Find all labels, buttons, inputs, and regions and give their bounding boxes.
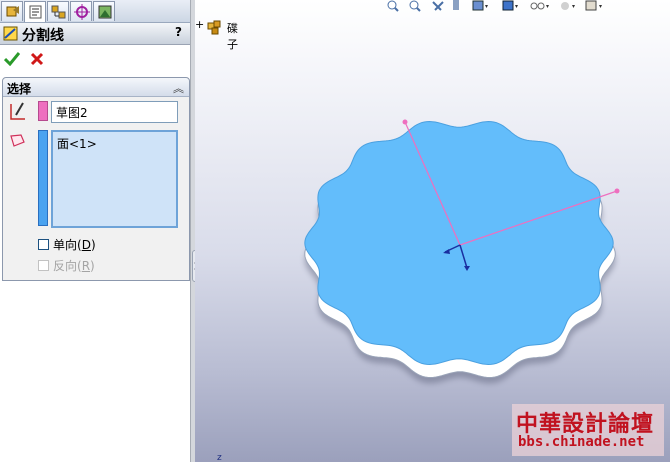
faces-selection-list[interactable]: 面<1> [51,130,178,228]
help-button[interactable]: ? [171,25,186,40]
model-view: z [217,119,620,462]
sketch-selection-field[interactable]: 草图2 [51,101,178,123]
split-line-icon [3,26,18,41]
configuration-manager-icon [51,5,66,19]
manager-tab-bar [0,0,192,23]
cancel-button[interactable] [30,52,44,66]
ok-button[interactable] [4,52,20,66]
single-direction-checkbox[interactable] [38,239,49,250]
collapse-chevron-icon[interactable]: ︽ [173,80,184,96]
tab-configuration-manager[interactable] [47,1,69,21]
selections-group: 选择 ︽ 草图2 面<1> 单向(D) 反向(R) [2,77,190,281]
sketch-endpoint [402,119,408,125]
watermark-url: bbs.chinade.net [518,434,645,450]
section-title: 选择 [7,82,32,96]
ok-cancel-bar [0,45,190,73]
tab-feature-manager[interactable] [1,1,23,21]
property-manager-pane: 分割线 ? 选择 ︽ 草图2 面<1> 单向(D) 反向(R) [0,0,192,462]
sketch-endpoint [614,188,620,194]
feature-title-bar: 分割线 ? [0,23,190,45]
dimxpert-icon [74,4,90,20]
property-manager-icon [29,5,42,19]
tab-property-manager[interactable] [24,1,46,22]
single-direction-label: 单向(D) [53,238,96,252]
face-color-swatch [38,130,48,226]
tab-dimxpert[interactable] [70,1,92,21]
axis-label: z [217,453,222,462]
display-manager-icon [98,5,112,19]
face-icon [10,134,25,147]
feature-manager-icon [6,6,19,17]
sketch-color-swatch [38,101,48,121]
reverse-direction-checkbox [38,260,49,271]
feature-title: 分割线 [22,28,64,44]
list-item[interactable]: 面<1> [57,135,172,152]
selections-header[interactable]: 选择 ︽ [3,78,189,97]
sketch-icon [10,102,25,120]
graphics-area[interactable]: + 碟子 z 中華設計論壇 bbs.chinade.net [195,0,670,462]
reverse-direction-label: 反向(R) [53,259,95,273]
watermark: 中華設計論壇 bbs.chinade.net [512,404,664,456]
tab-display-manager[interactable] [93,1,115,21]
